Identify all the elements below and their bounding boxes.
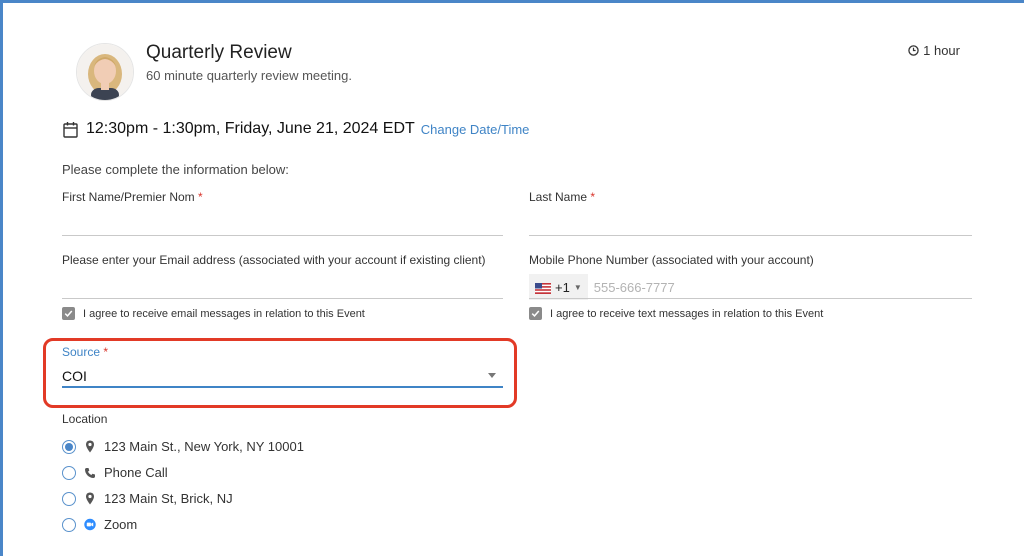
chevron-down-icon: ▼ [573, 282, 582, 292]
phone-icon [84, 466, 96, 480]
first-name-input[interactable] [62, 235, 503, 236]
clock-icon [907, 44, 919, 58]
email-consent-label: I agree to receive email messages in rel… [83, 307, 365, 320]
required-mark: * [198, 190, 203, 204]
map-pin-icon [84, 440, 96, 454]
location-option-label: Phone Call [104, 465, 168, 480]
first-name-label: First Name/Premier Nom * [62, 190, 203, 204]
datetime-text: 12:30pm - 1:30pm, Friday, June 21, 2024 … [86, 120, 415, 137]
event-title: Quarterly Review [146, 42, 292, 63]
phone-underline [529, 298, 972, 299]
email-consent-row: I agree to receive email messages in rel… [62, 307, 365, 320]
window-left-border [0, 0, 3, 556]
zoom-icon [84, 518, 96, 532]
us-flag-icon [535, 282, 551, 294]
country-code-select[interactable]: +1 ▼ [529, 274, 588, 300]
last-name-label-text: Last Name [529, 190, 588, 204]
required-mark: * [103, 345, 109, 359]
last-name-label: Last Name * [529, 190, 595, 204]
location-radio[interactable] [62, 517, 76, 532]
event-duration: 1 hour [907, 43, 960, 58]
location-label: Location [62, 412, 108, 426]
location-radio-selected[interactable] [62, 439, 76, 454]
country-code: +1 [555, 279, 570, 295]
appointment-datetime: 12:30pm - 1:30pm, Friday, June 21, 2024 … [62, 120, 529, 138]
location-option-zoom[interactable]: Zoom [62, 517, 137, 532]
required-mark: * [590, 190, 596, 204]
location-option-label: Zoom [104, 517, 138, 532]
text-consent-row: I agree to receive text messages in rela… [529, 307, 823, 320]
text-consent-label: I agree to receive text messages in rela… [550, 307, 824, 320]
first-name-label-text: First Name/Premier Nom [62, 190, 195, 204]
location-option-new-york[interactable]: 123 Main St., New York, NY 10001 [62, 439, 304, 454]
last-name-input[interactable] [529, 235, 972, 236]
source-select[interactable]: COI [62, 368, 87, 384]
form-intro: Please complete the information below: [62, 162, 289, 177]
source-label-text: Source [62, 345, 101, 359]
location-option-phone[interactable]: Phone Call [62, 465, 168, 480]
window-top-border [0, 0, 1024, 3]
text-consent-checkbox[interactable] [529, 307, 542, 320]
dropdown-caret-icon[interactable] [488, 373, 496, 378]
location-option-label: 123 Main St., New York, NY 10001 [104, 439, 304, 454]
email-label: Please enter your Email address (associa… [62, 253, 486, 267]
location-option-label: 123 Main St, Brick, NJ [104, 491, 233, 506]
phone-input[interactable]: 555-666-7777 [594, 280, 675, 295]
email-input[interactable] [62, 298, 503, 299]
location-radio[interactable] [62, 491, 76, 506]
email-consent-checkbox[interactable] [62, 307, 75, 320]
host-avatar [76, 43, 134, 101]
location-radio[interactable] [62, 465, 76, 480]
phone-label: Mobile Phone Number (associated with you… [529, 253, 814, 267]
location-option-brick[interactable]: 123 Main St, Brick, NJ [62, 491, 233, 506]
change-datetime-link[interactable]: Change Date/Time [421, 122, 530, 137]
duration-text: 1 hour [923, 43, 960, 58]
event-subtitle: 60 minute quarterly review meeting. [146, 68, 352, 83]
phone-field: +1 ▼ 555-666-7777 [529, 274, 675, 300]
map-pin-icon [84, 492, 96, 506]
source-label: Source * [62, 345, 108, 359]
source-highlight-box [43, 338, 517, 408]
calendar-icon [62, 120, 78, 138]
source-underline [62, 386, 503, 388]
